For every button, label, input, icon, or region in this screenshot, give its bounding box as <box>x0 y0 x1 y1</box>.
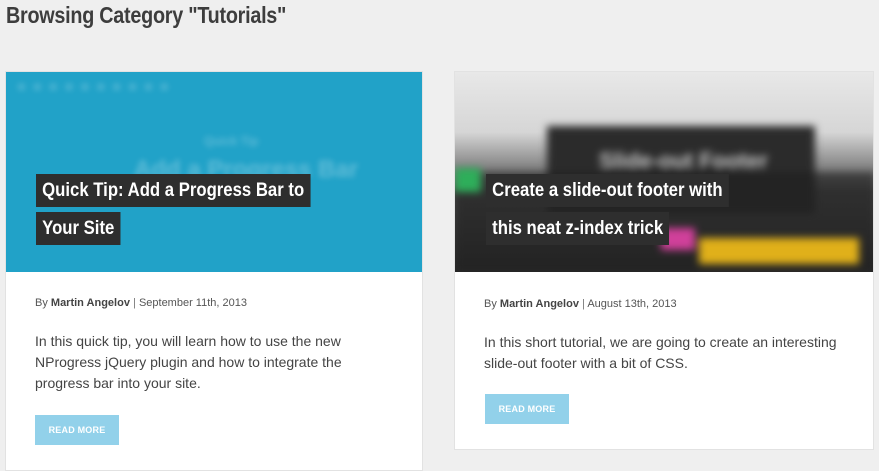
read-more-button[interactable]: READ MORE <box>485 394 569 424</box>
hero-caption: Slide-out Footer <box>599 148 768 173</box>
post-date: August 13th, 2013 <box>587 298 677 310</box>
post-title-line[interactable]: Quick Tip: Add a Progress Bar to <box>36 174 311 207</box>
post-meta: By Martin Angelov | August 13th, 2013 <box>484 298 677 310</box>
post-date: September 11th, 2013 <box>138 297 247 309</box>
post-title-line[interactable]: this neat z-index trick <box>486 212 670 245</box>
post-excerpt: In this quick tip, you will learn how to… <box>35 333 342 391</box>
meta-prefix: By <box>484 298 497 310</box>
post-thumbnail[interactable]: Slide-out Footer Create a slide-out foot… <box>455 72 873 272</box>
meta-separator: | <box>133 297 136 309</box>
read-more-button[interactable]: READ MORE <box>35 415 119 445</box>
post-title[interactable]: Create a slide-out footer with this neat… <box>486 174 786 250</box>
post-thumbnail[interactable]: ● ● ● ● ● ● ● ● ● ● Quick Tip Add a Prog… <box>6 72 422 272</box>
hero-caption-small: Quick Tip <box>204 134 259 148</box>
post-title-line[interactable]: Your Site <box>36 212 121 245</box>
post-meta: By Martin Angelov | September 11th, 2013 <box>35 297 247 309</box>
post-card: Slide-out Footer Create a slide-out foot… <box>454 71 874 450</box>
meta-prefix: By <box>35 297 48 309</box>
page-heading: Browsing Category "Tutorials" <box>6 2 287 28</box>
post-author[interactable]: Martin Angelov <box>51 297 130 309</box>
post-card: ● ● ● ● ● ● ● ● ● ● Quick Tip Add a Prog… <box>5 71 423 471</box>
meta-separator: | <box>582 298 585 310</box>
post-title[interactable]: Quick Tip: Add a Progress Bar to Your Si… <box>36 174 336 250</box>
post-title-line[interactable]: Create a slide-out footer with <box>486 174 729 207</box>
post-excerpt: In this short tutorial, we are going to … <box>484 334 837 371</box>
post-author[interactable]: Martin Angelov <box>500 298 579 310</box>
